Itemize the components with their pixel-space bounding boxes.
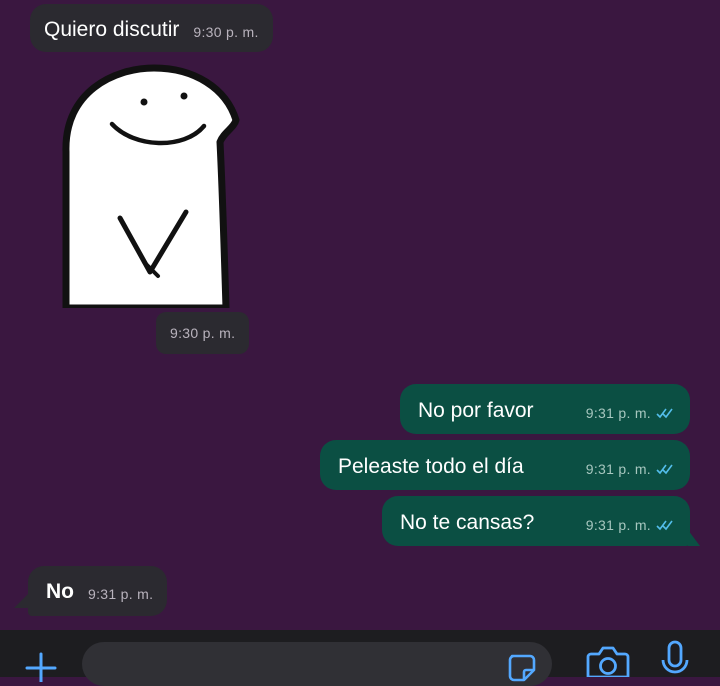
read-double-check-icon: [656, 520, 673, 531]
message-time: 9:31 p. m.: [88, 586, 154, 602]
outgoing-bubble-tail: [688, 530, 700, 546]
message-meta: 9:31 p. m.: [586, 517, 676, 533]
message-time: 9:31 p. m.: [585, 517, 651, 533]
flork-blob-sticker: [62, 64, 240, 308]
message-text: No: [46, 580, 74, 603]
message-input-bar: [0, 630, 720, 686]
message-time: 9:31 p. m.: [585, 461, 651, 477]
message-input[interactable]: [82, 642, 552, 686]
message-text: No por favor: [418, 399, 534, 422]
camera-icon[interactable]: [586, 644, 630, 677]
microphone-icon[interactable]: [660, 640, 690, 677]
read-double-check-icon: [656, 408, 673, 419]
outgoing-message[interactable]: No por favor 9:31 p. m.: [400, 384, 690, 434]
message-time: 9:30 p. m.: [170, 325, 236, 341]
sticker-icon[interactable]: [506, 652, 538, 682]
read-double-check-icon: [656, 464, 673, 475]
message-text: Quiero discutir: [44, 18, 180, 41]
sticker-time-badge: 9:30 p. m.: [156, 312, 250, 354]
message-time: 9:30 p. m.: [193, 24, 259, 40]
incoming-message[interactable]: No 9:31 p. m.: [28, 566, 168, 616]
message-meta: 9:30 p. m.: [193, 24, 258, 40]
incoming-message[interactable]: Quiero discutir 9:30 p. m.: [30, 4, 273, 52]
outgoing-message[interactable]: No te cansas? 9:31 p. m.: [382, 496, 690, 546]
message-text: No te cansas?: [400, 511, 535, 534]
outgoing-message[interactable]: Peleaste todo el día 9:31 p. m.: [320, 440, 690, 490]
message-time: 9:31 p. m.: [585, 405, 651, 421]
plus-icon[interactable]: [24, 652, 58, 682]
message-meta: 9:31 p. m.: [88, 586, 153, 602]
message-meta: 9:31 p. m.: [586, 461, 676, 477]
message-meta: 9:31 p. m.: [586, 405, 676, 421]
chat-area: Quiero discutir 9:30 p. m. 9:30 p. m. No…: [0, 0, 720, 630]
message-text: Peleaste todo el día: [338, 455, 524, 478]
